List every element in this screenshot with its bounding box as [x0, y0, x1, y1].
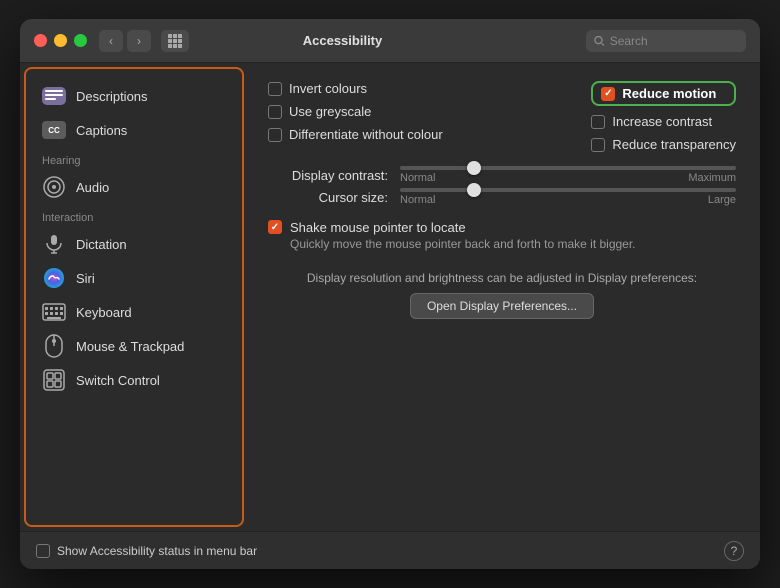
- shake-mouse-checkbox[interactable]: [268, 220, 282, 234]
- interaction-section-header: Interaction: [32, 204, 236, 227]
- differentiate-option[interactable]: Differentiate without colour: [268, 127, 443, 142]
- sidebar-item-audio[interactable]: Audio: [32, 170, 236, 204]
- content-area: Descriptions CC Captions Hearing Au: [20, 63, 760, 531]
- invert-colours-label: Invert colours: [289, 81, 367, 96]
- reduce-transparency-label: Reduce transparency: [612, 137, 736, 152]
- sidebar-item-dictation[interactable]: Dictation: [32, 227, 236, 261]
- window-title: Accessibility: [99, 33, 586, 48]
- display-contrast-row: Display contrast: Normal Maximum: [268, 166, 736, 184]
- differentiate-label: Differentiate without colour: [289, 127, 443, 142]
- mouse-icon: [42, 334, 66, 358]
- search-input[interactable]: [610, 34, 738, 48]
- captions-icon: CC: [42, 118, 66, 142]
- reduce-transparency-checkbox[interactable]: [591, 138, 605, 152]
- close-button[interactable]: [34, 34, 47, 47]
- reduce-motion-option[interactable]: Reduce motion: [591, 81, 736, 106]
- sidebar-label-keyboard: Keyboard: [76, 305, 132, 320]
- help-button[interactable]: ?: [724, 541, 744, 561]
- fullscreen-button[interactable]: [74, 34, 87, 47]
- cursor-labels: Normal Large: [400, 194, 736, 206]
- minimize-button[interactable]: [54, 34, 67, 47]
- show-status-checkbox[interactable]: [36, 544, 50, 558]
- reduce-motion-label: Reduce motion: [622, 86, 716, 101]
- shake-mouse-title: Shake mouse pointer to locate: [290, 220, 636, 235]
- main-panel: Invert colours Use greyscale Differentia…: [244, 63, 760, 531]
- increase-contrast-option[interactable]: Increase contrast: [591, 114, 736, 129]
- audio-icon: [42, 175, 66, 199]
- shake-mouse-description: Quickly move the mouse pointer back and …: [290, 237, 636, 251]
- sidebar-item-mouse-trackpad[interactable]: Mouse & Trackpad: [32, 329, 236, 363]
- sidebar-item-descriptions[interactable]: Descriptions: [32, 79, 236, 113]
- sidebar: Descriptions CC Captions Hearing Au: [24, 67, 244, 527]
- sidebar-label-audio: Audio: [76, 180, 109, 195]
- invert-colours-option[interactable]: Invert colours: [268, 81, 443, 96]
- traffic-lights: [34, 34, 87, 47]
- reduce-motion-checkbox[interactable]: [601, 87, 615, 101]
- use-greyscale-label: Use greyscale: [289, 104, 371, 119]
- shake-mouse-text: Shake mouse pointer to locate Quickly mo…: [290, 220, 636, 251]
- display-contrast-slider[interactable]: Normal Maximum: [400, 166, 736, 184]
- sidebar-label-dictation: Dictation: [76, 237, 127, 252]
- use-greyscale-checkbox[interactable]: [268, 105, 282, 119]
- dictation-icon: [42, 232, 66, 256]
- options-row: Invert colours Use greyscale Differentia…: [268, 81, 736, 152]
- open-display-preferences-button[interactable]: Open Display Preferences...: [410, 293, 594, 319]
- increase-contrast-checkbox[interactable]: [591, 115, 605, 129]
- sidebar-item-siri[interactable]: Siri: [32, 261, 236, 295]
- use-greyscale-option[interactable]: Use greyscale: [268, 104, 443, 119]
- siri-icon: [42, 266, 66, 290]
- descriptions-icon: [42, 84, 66, 108]
- display-contrast-section: Display contrast: Normal Maximum Cursor …: [268, 166, 736, 206]
- sidebar-item-captions[interactable]: CC Captions: [32, 113, 236, 147]
- sidebar-label-switch-control: Switch Control: [76, 373, 160, 388]
- switch-control-icon: [42, 368, 66, 392]
- shake-mouse-row: Shake mouse pointer to locate Quickly mo…: [268, 220, 736, 251]
- reduce-transparency-option[interactable]: Reduce transparency: [591, 137, 736, 152]
- contrast-max: Maximum: [688, 172, 736, 184]
- cursor-size-slider[interactable]: Normal Large: [400, 188, 736, 206]
- differentiate-checkbox[interactable]: [268, 128, 282, 142]
- cursor-size-row: Cursor size: Normal Large: [268, 188, 736, 206]
- contrast-min: Normal: [400, 172, 435, 184]
- display-contrast-label: Display contrast:: [268, 168, 388, 183]
- accessibility-window: ‹ › Accessibility: [20, 19, 760, 569]
- keyboard-icon: [42, 300, 66, 324]
- sidebar-label-captions: Captions: [76, 123, 127, 138]
- show-status-label: Show Accessibility status in menu bar: [57, 544, 257, 558]
- sidebar-label-mouse: Mouse & Trackpad: [76, 339, 184, 354]
- search-box[interactable]: [586, 30, 746, 52]
- cursor-max: Large: [708, 194, 736, 206]
- hearing-section-header: Hearing: [32, 147, 236, 170]
- sidebar-item-switch-control[interactable]: Switch Control: [32, 363, 236, 397]
- show-status-option[interactable]: Show Accessibility status in menu bar: [36, 544, 257, 558]
- left-options: Invert colours Use greyscale Differentia…: [268, 81, 443, 152]
- cursor-min: Normal: [400, 194, 435, 206]
- invert-colours-checkbox[interactable]: [268, 82, 282, 96]
- sidebar-item-keyboard[interactable]: Keyboard: [32, 295, 236, 329]
- cursor-track: [400, 188, 736, 192]
- display-info-text: Display resolution and brightness can be…: [268, 271, 736, 285]
- sidebar-label-descriptions: Descriptions: [76, 89, 148, 104]
- sidebar-label-siri: Siri: [76, 271, 95, 286]
- increase-contrast-label: Increase contrast: [612, 114, 712, 129]
- contrast-track: [400, 166, 736, 170]
- contrast-labels: Normal Maximum: [400, 172, 736, 184]
- bottom-bar: Show Accessibility status in menu bar ?: [20, 531, 760, 569]
- right-options: Reduce motion Increase contrast Reduce t…: [591, 81, 736, 152]
- titlebar: ‹ › Accessibility: [20, 19, 760, 63]
- search-icon: [594, 35, 605, 47]
- cursor-size-label: Cursor size:: [268, 190, 388, 205]
